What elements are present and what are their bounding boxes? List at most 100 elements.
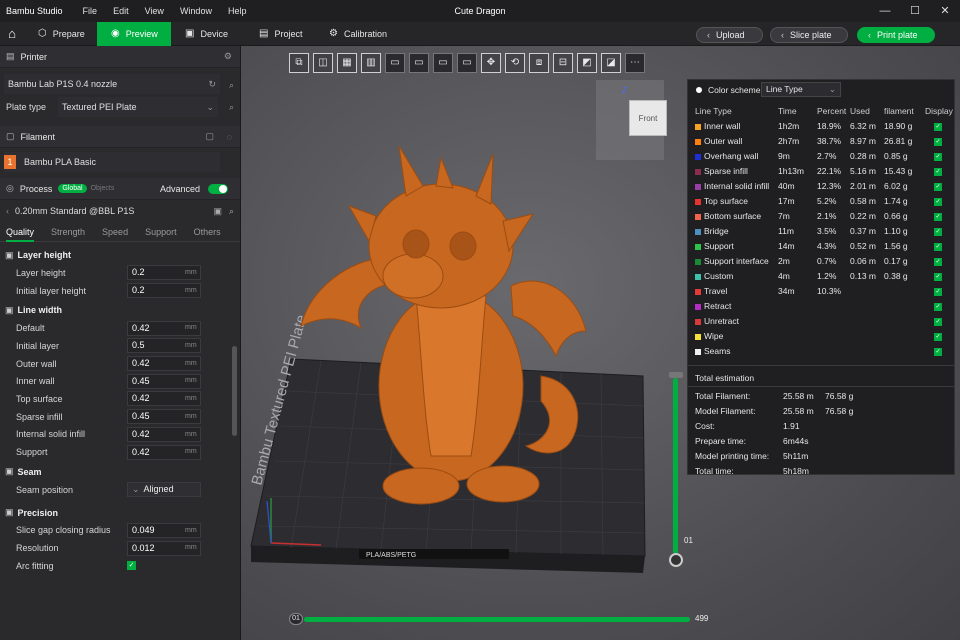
settings-icon[interactable]: ◌	[227, 132, 232, 142]
legend-row[interactable]: Inner wall 1h2m 18.9% 6.32 m 18.90 g ✓	[688, 119, 954, 134]
legend-row[interactable]: Overhang wall 9m 2.7% 0.28 m 0.85 g ✓	[688, 149, 954, 164]
legend-display-checkbox[interactable]: ✓	[934, 167, 942, 176]
param-unit: mm	[185, 377, 197, 385]
legend-row[interactable]: Sparse infill 1h13m 22.1% 5.16 m 15.43 g ✓	[688, 164, 954, 179]
legend-time: 2m	[778, 256, 790, 266]
filament-slot[interactable]: 1 Bambu PLA Basic	[4, 152, 220, 172]
plate-type-select[interactable]: Textured PEI Plate ⌄	[58, 97, 218, 117]
save-preset-icon[interactable]: ▣	[213, 206, 222, 217]
tab-prepare[interactable]: ⬡ Prepare	[24, 22, 97, 46]
legend-time: 1h13m	[778, 166, 804, 176]
chevron-down-icon: ⌄	[206, 101, 214, 112]
home-icon[interactable]: ⌂	[0, 26, 24, 41]
legend-percent: 2.1%	[817, 211, 837, 221]
tab-preview[interactable]: ◉ Preview	[97, 21, 171, 46]
arc-fitting-checkbox[interactable]: ✓	[127, 561, 136, 571]
legend-row[interactable]: Support interface 2m 0.7% 0.06 m 0.17 g ✓	[688, 254, 954, 269]
legend-display-checkbox[interactable]: ✓	[934, 122, 942, 131]
legend-display-checkbox[interactable]: ✓	[934, 272, 942, 281]
printer-section-header[interactable]: ▤ Printer ⚙	[0, 46, 240, 68]
legend-used: 0.28 m	[850, 151, 876, 161]
sync-icon[interactable]: ↻	[208, 79, 216, 90]
print-plate-button[interactable]: ‹ Print plate	[857, 27, 935, 43]
title-bar: Bambu Studio File Edit View Window Help …	[0, 0, 960, 22]
legend-display-checkbox[interactable]: ✓	[934, 317, 942, 326]
legend-row[interactable]: Custom 4m 1.2% 0.13 m 0.38 g ✓	[688, 269, 954, 284]
legend-display-checkbox[interactable]: ✓	[934, 197, 942, 206]
legend-row[interactable]: Outer wall 2h7m 38.7% 8.97 m 26.81 g ✓	[688, 134, 954, 149]
search-icon[interactable]: ⌕	[229, 102, 234, 113]
close-icon[interactable]: ✕	[930, 0, 960, 22]
tab-device[interactable]: ▣ Device	[171, 22, 245, 46]
legend-display-checkbox[interactable]: ✓	[934, 152, 942, 161]
seam-position-select[interactable]: ⌄ Aligned	[127, 482, 201, 498]
legend-display-checkbox[interactable]: ✓	[934, 242, 942, 251]
legend-row[interactable]: Support 14m 4.3% 0.52 m 1.56 g ✓	[688, 239, 954, 254]
upload-button[interactable]: ‹ Upload	[696, 27, 763, 43]
legend-display-checkbox[interactable]: ✓	[934, 347, 942, 356]
subtab-quality[interactable]: Quality	[6, 222, 35, 242]
maximize-icon[interactable]: ☐	[900, 0, 930, 22]
legend-display-checkbox[interactable]: ✓	[934, 332, 942, 341]
legend-row[interactable]: Seams ✓	[688, 344, 954, 359]
settings-icon[interactable]: ⚙	[224, 51, 232, 62]
nav-cube-panel[interactable]: Z Front	[596, 80, 667, 160]
legend-filament: 1.56 g	[884, 241, 908, 251]
color-scheme-select[interactable]: Line Type ⌄	[761, 82, 841, 97]
move-slider-start[interactable]: 01	[289, 613, 303, 625]
objects-toggle[interactable]: Objects	[91, 185, 115, 192]
window-controls: — ☐ ✕	[870, 0, 960, 22]
legend-row[interactable]: Bottom surface 7m 2.1% 0.22 m 0.66 g ✓	[688, 209, 954, 224]
legend-display-checkbox[interactable]: ✓	[934, 257, 942, 266]
add-filament-icon[interactable]: ▢	[205, 131, 214, 142]
legend-row[interactable]: Top surface 17m 5.2% 0.58 m 1.74 g ✓	[688, 194, 954, 209]
subtab-strength[interactable]: Strength	[51, 222, 85, 242]
search-icon[interactable]: ⌕	[229, 206, 234, 217]
legend-display-checkbox[interactable]: ✓	[934, 227, 942, 236]
legend-percent: 0.7%	[817, 256, 837, 266]
global-toggle[interactable]: Global	[58, 184, 87, 193]
legend-row[interactable]: Wipe ✓	[688, 329, 954, 344]
legend-used: 0.06 m	[850, 256, 876, 266]
filament-section-header[interactable]: ▢ Filament ▢ ◌	[0, 126, 240, 148]
legend-row[interactable]: Internal solid infill 40m 12.3% 2.01 m 6.02 …	[688, 179, 954, 194]
subtab-speed[interactable]: Speed	[102, 222, 128, 242]
subtab-others[interactable]: Others	[194, 222, 221, 242]
legend-row[interactable]: Retract ✓	[688, 299, 954, 314]
menu-view[interactable]: View	[145, 6, 164, 16]
layer-slider-knob[interactable]	[669, 553, 683, 567]
slice-plate-button[interactable]: ‹ Slice plate	[770, 27, 848, 43]
legend-display-checkbox[interactable]: ✓	[934, 287, 942, 296]
process-preset-row[interactable]: ‹ 0.20mm Standard @BBL P1S ▣ ⌕	[0, 200, 240, 222]
nav-cube[interactable]: Front	[629, 100, 667, 136]
menu-window[interactable]: Window	[180, 6, 212, 16]
subtab-support[interactable]: Support	[145, 222, 177, 242]
legend-display-checkbox[interactable]: ✓	[934, 302, 942, 311]
param-label: Layer height	[16, 267, 66, 278]
total-row: Total time: 5h18m	[688, 464, 954, 479]
advanced-switch[interactable]	[208, 183, 228, 194]
param-unit: mm	[185, 324, 197, 332]
filament-name: Bambu PLA Basic	[24, 157, 97, 167]
legend-display-checkbox[interactable]: ✓	[934, 137, 942, 146]
legend-time: 1h2m	[778, 121, 800, 131]
menu-file[interactable]: File	[83, 6, 98, 16]
minimize-icon[interactable]: —	[870, 0, 900, 22]
legend-display-checkbox[interactable]: ✓	[934, 212, 942, 221]
legend-row[interactable]: Travel 34m 10.3% ✓	[688, 284, 954, 299]
tab-label: Project	[274, 28, 303, 39]
printer-select[interactable]: Bambu Lab P1S 0.4 nozzle ↻	[4, 74, 220, 94]
tab-calibration[interactable]: ⚙ Calibration	[315, 22, 401, 46]
legend-time: 7m	[778, 211, 790, 221]
menu-edit[interactable]: Edit	[113, 6, 129, 16]
legend-display-checkbox[interactable]: ✓	[934, 182, 942, 191]
tab-project[interactable]: ▤ Project	[245, 22, 315, 46]
layer-slider-track[interactable]	[673, 378, 678, 554]
menu-help[interactable]: Help	[228, 6, 247, 16]
legend-row[interactable]: Bridge 11m 3.5% 0.37 m 1.10 g ✓	[688, 224, 954, 239]
search-icon[interactable]: ⌕	[229, 80, 234, 91]
total-divider	[688, 386, 954, 387]
legend-row[interactable]: Unretract ✓	[688, 314, 954, 329]
move-slider-track[interactable]	[304, 617, 690, 622]
panel-scrollbar[interactable]	[232, 346, 237, 436]
